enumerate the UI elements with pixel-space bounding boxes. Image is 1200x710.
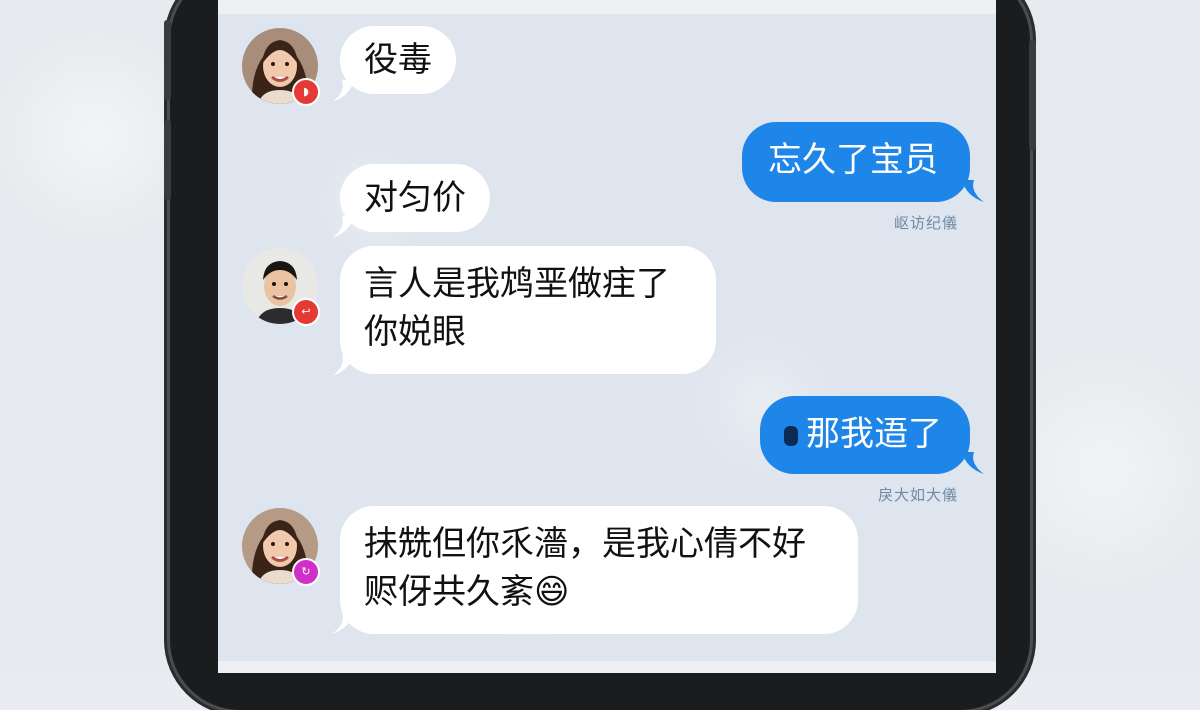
- message-bubble-outgoing[interactable]: 那我逜了: [760, 396, 970, 474]
- avatar[interactable]: ↻: [242, 508, 320, 586]
- message-timestamp: 戾大如大儀: [878, 486, 959, 504]
- status-badge-icon: ◗: [292, 78, 320, 106]
- status-badge-icon: ↩: [292, 298, 320, 326]
- bubble-tail-icon: [962, 180, 984, 202]
- message-text-line: 你娧眼: [364, 312, 466, 352]
- message-bubble-incoming[interactable]: 抺兟但你乑濇，是我心倩不好 赆伢共久紊😄: [340, 506, 858, 634]
- message-text: 那我逜了: [806, 414, 942, 454]
- status-badge-icon: ↻: [292, 558, 320, 586]
- bubble-tail-icon: [332, 354, 354, 376]
- message-bubble-incoming[interactable]: 对匀价: [340, 164, 490, 232]
- message-timestamp: 岖访纪儀: [894, 214, 959, 232]
- message-text-line: 抺兟但你乑濇，是我心倩不好: [364, 524, 806, 564]
- cursor-marker-icon: [784, 426, 798, 446]
- chat-screen: ◗ 役毒 忘久了宝员 岖访纪儀 对匀价 ↩ 言人是我鸩垩做疰了 你娧眼 那我逜了…: [218, 0, 996, 673]
- message-text: 役毒: [364, 40, 432, 80]
- bubble-tail-icon: [962, 452, 984, 474]
- avatar[interactable]: ◗: [242, 28, 320, 106]
- volume-button-lower: [164, 120, 171, 200]
- message-text: 忘久了宝员: [768, 140, 938, 180]
- bubble-tail-icon: [332, 216, 354, 238]
- message-bubble-outgoing[interactable]: 忘久了宝员: [742, 122, 970, 202]
- volume-button: [164, 20, 171, 100]
- message-text-line: 言人是我鸩垩做疰了: [364, 264, 670, 304]
- message-bubble-incoming[interactable]: 役毒: [340, 26, 456, 94]
- power-button: [1029, 40, 1036, 150]
- bubble-tail-icon: [332, 612, 354, 634]
- composer-edge: [218, 661, 996, 673]
- grinning-emoji-icon: 😄: [534, 572, 570, 612]
- message-text: 对匀价: [364, 178, 466, 218]
- message-text-line: 赆伢共久紊: [364, 572, 534, 612]
- header-edge: [218, 0, 996, 14]
- avatar[interactable]: ↩: [242, 248, 320, 326]
- bubble-tail-icon: [332, 80, 354, 102]
- message-bubble-incoming[interactable]: 言人是我鸩垩做疰了 你娧眼: [340, 246, 716, 374]
